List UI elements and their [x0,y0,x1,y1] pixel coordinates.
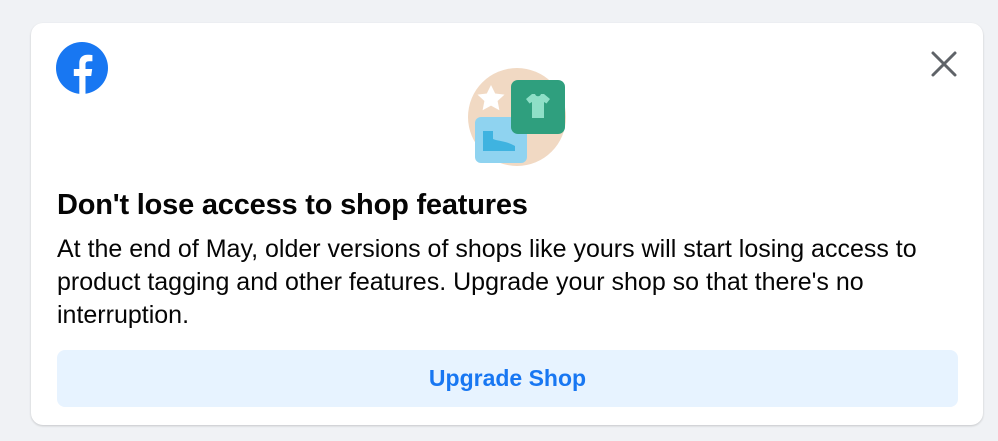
facebook-logo-icon[interactable] [56,42,108,94]
shop-illustration-icon [467,67,567,167]
dialog-title: Don't lose access to shop features [57,189,528,221]
upgrade-shop-button[interactable]: Upgrade Shop [57,350,958,407]
close-icon [931,51,957,77]
dialog-body: At the end of May, older versions of sho… [57,235,917,329]
close-button[interactable] [927,47,961,81]
shop-upgrade-dialog: Don't lose access to shop features At th… [31,23,983,425]
